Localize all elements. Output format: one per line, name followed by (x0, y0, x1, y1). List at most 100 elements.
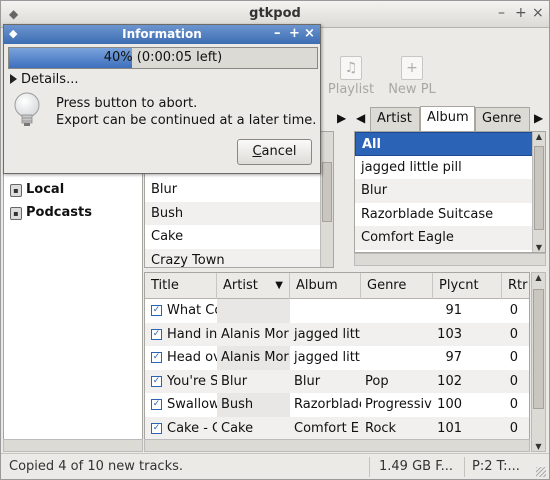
information-dialog: ◆ Information – + × 40% (0:00:05 left) D… (3, 24, 321, 174)
cell-artist: Blur (221, 373, 248, 389)
playlist-button-label: Playlist (327, 82, 375, 97)
column-header-plycnt[interactable]: Plycnt (433, 273, 502, 299)
scrollbar-thumb[interactable] (322, 162, 332, 222)
column-header-artist[interactable]: Artist ▼ (217, 273, 290, 299)
cell-rtr: 0 (509, 373, 518, 389)
cell-plycnt: 102 (437, 373, 462, 389)
checkbox-checked-icon[interactable]: ✓ (151, 399, 162, 410)
list-item[interactable]: Cake (145, 225, 333, 249)
list-item[interactable]: Blur (145, 178, 333, 202)
status-message: Copied 4 of 10 new tracks. (9, 459, 184, 474)
cell-plycnt: 101 (437, 420, 462, 436)
cell-rtr: 0 (509, 397, 518, 412)
close-button[interactable]: × (532, 5, 544, 21)
dialog-titlebar[interactable]: ◆ Information – + × (4, 25, 320, 44)
cell-genre (361, 299, 433, 323)
scroll-down-icon[interactable]: ▼ (533, 243, 545, 252)
track-table-horizontal-scrollbar[interactable] (144, 439, 530, 452)
scroll-up-icon[interactable]: ▲ (532, 273, 545, 282)
new-playlist-button[interactable]: + New PL (381, 56, 443, 97)
table-row[interactable]: ✓ Swallow Bush Razorblade Progressiv 100… (145, 393, 529, 417)
playlist-button[interactable]: ♫ Playlist (320, 56, 382, 97)
cell-genre: Pop (365, 373, 389, 389)
cell-genre: Progressiv (365, 397, 432, 412)
cell-title: You're S (167, 373, 217, 389)
scrollbar-thumb[interactable] (534, 146, 544, 230)
cell-rtr: 0 (509, 420, 518, 436)
new-playlist-button-label: New PL (388, 82, 436, 97)
column-header-rtr[interactable]: Rtr (502, 273, 529, 299)
checkbox-checked-icon[interactable]: ✓ (151, 352, 162, 363)
cell-artist: Alanis Mor (221, 350, 289, 365)
list-item[interactable]: Comfort Eagle (355, 226, 545, 250)
list-item[interactable]: Razorblade Suitcase (355, 203, 545, 227)
cell-album: jagged littl (294, 350, 361, 365)
expander-arrow-icon (10, 74, 17, 84)
cell-rtr: 0 (509, 326, 518, 342)
scroll-down-icon[interactable]: ▼ (532, 442, 545, 451)
cell-rtr: 0 (509, 303, 518, 318)
cell-title: Cake - C (167, 420, 217, 436)
tab-artist[interactable]: Artist (370, 107, 420, 131)
list-item[interactable]: Blur (355, 179, 545, 203)
scrollbar-thumb[interactable] (533, 289, 544, 409)
list-item-selected[interactable]: All (355, 132, 545, 156)
album-list[interactable]: All jagged little pill Blur Razorblade S… (354, 131, 546, 253)
column-header-genre[interactable]: Genre (361, 273, 433, 299)
track-table[interactable]: Title Artist ▼ Album Genre Plycnt Rtr ✓ … (144, 272, 530, 452)
cell-title: Swallow (167, 397, 217, 412)
tabs-scroll-left-button-2[interactable]: ◀ (356, 111, 365, 125)
details-label: Details... (21, 72, 79, 87)
table-row[interactable]: ✓ Head ov Alanis Mor jagged littl 97 0 (145, 346, 529, 370)
tabs-scroll-left-button[interactable]: ▶ (337, 111, 346, 125)
checkbox-checked-icon[interactable]: ✓ (151, 375, 162, 387)
table-row[interactable]: ✓ Cake - C Cake Comfort E Rock 101 0 (145, 416, 529, 440)
scroll-up-icon[interactable]: ▲ (533, 132, 545, 141)
column-header-album[interactable]: Album (290, 273, 361, 299)
list-item[interactable]: jagged little pill (355, 156, 545, 180)
cell-album: jagged littl (294, 326, 361, 342)
cell-artist: Bush (221, 397, 254, 412)
dialog-close-button[interactable]: × (304, 26, 315, 41)
minimize-button[interactable]: – (498, 5, 505, 21)
checkbox-checked-icon[interactable]: ✓ (151, 328, 162, 340)
statusbar: Copied 4 of 10 new tracks. 1.49 GB F... … (1, 453, 549, 479)
tab-album[interactable]: Album (420, 106, 475, 131)
cancel-mnemonic: C (252, 144, 262, 159)
new-playlist-icon: + (401, 56, 423, 80)
cell-plycnt: 100 (437, 397, 462, 412)
resize-grip[interactable] (536, 467, 546, 477)
dialog-title: Information (122, 27, 202, 41)
cell-album (290, 299, 361, 323)
tab-genre[interactable]: Genre (475, 107, 530, 131)
cell-title: What Co (167, 303, 217, 318)
checkbox-checked-icon[interactable]: ✓ (151, 422, 162, 434)
vertical-scrollbar[interactable] (320, 132, 333, 267)
column-header-artist-label: Artist (223, 278, 258, 293)
playlist-icon: ♫ (340, 56, 362, 80)
track-table-vertical-scrollbar[interactable]: ▲ ▼ (531, 272, 546, 452)
sidebar-item-local[interactable]: Local (26, 182, 64, 197)
cancel-button[interactable]: Cancel (237, 139, 312, 165)
table-row[interactable]: ✓ You're S Blur Blur Pop 102 0 (145, 369, 529, 393)
cell-album: Comfort E (294, 420, 360, 436)
export-progress-bar: 40% (0:00:05 left) (8, 47, 318, 69)
horizontal-scrollbar[interactable] (354, 253, 546, 266)
column-header-title[interactable]: Title (145, 273, 217, 299)
tabs-scroll-right-button[interactable]: ▶ (534, 111, 543, 125)
list-item[interactable]: Bush (145, 201, 333, 225)
table-row[interactable]: ✓ Hand in Alanis Mor jagged littl 103 0 (145, 322, 529, 346)
checkbox-checked-icon[interactable]: ✓ (151, 305, 162, 316)
table-row[interactable]: ✓ What Co 91 0 (145, 299, 529, 323)
cell-artist: Alanis Mor (221, 326, 289, 342)
sidebar-horizontal-scrollbar[interactable] (3, 439, 143, 452)
dialog-minimize-button[interactable]: – (274, 26, 281, 41)
vertical-scrollbar[interactable]: ▲ ▼ (532, 132, 545, 252)
sidebar-item-podcasts[interactable]: Podcasts (26, 205, 92, 220)
dialog-maximize-button[interactable]: + (289, 26, 300, 41)
maximize-button[interactable]: + (515, 5, 527, 21)
window-title: gtkpod (249, 6, 301, 21)
playlist-sidebar[interactable]: ▪ Local ▪ Podcasts (3, 129, 143, 451)
details-expander[interactable]: Details... (10, 72, 78, 87)
list-item[interactable]: Crazy Town (145, 248, 333, 267)
